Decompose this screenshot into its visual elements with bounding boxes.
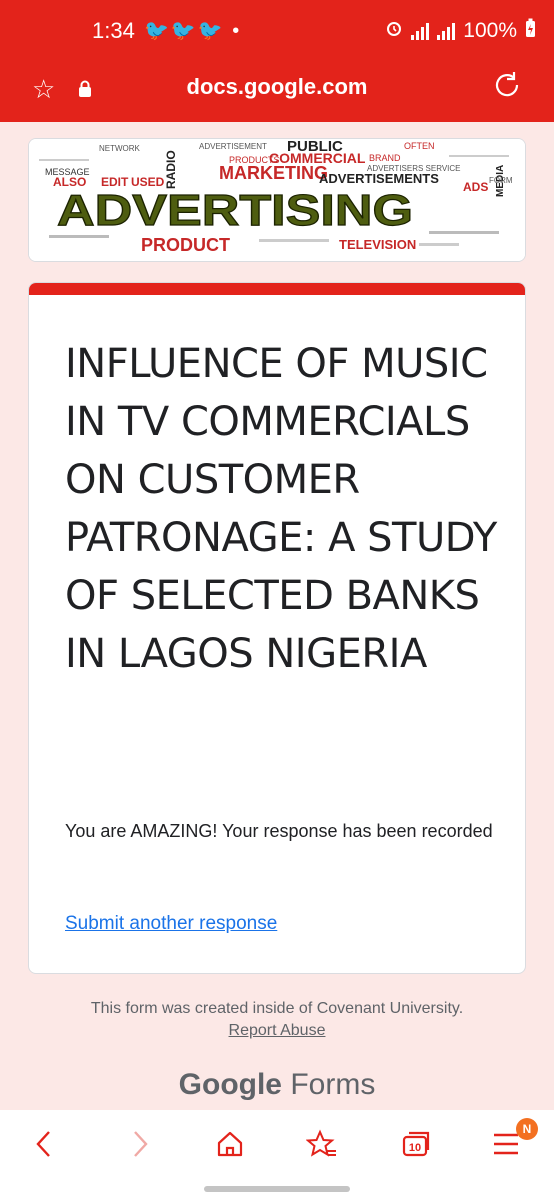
- svg-text:ADVERTISEMENTS: ADVERTISEMENTS: [319, 171, 439, 186]
- status-right: 100%: [385, 18, 536, 44]
- signal-icon: [411, 22, 430, 40]
- svg-text:MARKETING: MARKETING: [219, 163, 328, 183]
- svg-text:ADVERTISING: ADVERTISING: [57, 186, 413, 235]
- chevron-right-icon: [134, 1131, 148, 1157]
- signal-icon-2: [437, 22, 456, 40]
- card-accent-bar: [29, 283, 525, 295]
- svg-text:FORM: FORM: [489, 176, 513, 185]
- report-abuse-link[interactable]: Report Abuse: [0, 1020, 554, 1042]
- submit-another-response-link[interactable]: Submit another response: [65, 913, 277, 935]
- svg-text:RADIO: RADIO: [164, 150, 178, 189]
- reload-icon[interactable]: [492, 70, 522, 108]
- home-button[interactable]: [200, 1124, 260, 1164]
- tabs-icon: 10: [402, 1131, 430, 1157]
- alarm-icon: [385, 19, 403, 43]
- svg-text:ADS: ADS: [463, 180, 488, 194]
- browser-bottom-nav: 10 N: [0, 1110, 554, 1200]
- notification-icons: 🐦🐦🐦 •: [144, 20, 242, 42]
- forward-button[interactable]: [110, 1124, 170, 1164]
- home-icon: [217, 1131, 243, 1157]
- bookmarks-star-icon: [306, 1129, 336, 1157]
- tabs-button[interactable]: 10: [386, 1124, 446, 1164]
- status-bar: 1:34 🐦🐦🐦 • 100%: [0, 0, 554, 64]
- svg-text:10: 10: [409, 1142, 421, 1154]
- menu-button[interactable]: N: [476, 1118, 538, 1164]
- chevron-left-icon: [36, 1131, 50, 1157]
- svg-text:NETWORK: NETWORK: [99, 144, 141, 153]
- svg-text:OFTEN: OFTEN: [404, 141, 435, 151]
- svg-text:PRODUCT: PRODUCT: [141, 235, 230, 255]
- notification-badge: N: [516, 1118, 538, 1140]
- form-footer: This form was created inside of Covenant…: [0, 998, 554, 1042]
- confirmation-message: You are AMAZING! Your response has been …: [65, 821, 493, 841]
- svg-text:BRAND: BRAND: [369, 153, 401, 163]
- battery-text: 100%: [463, 19, 517, 42]
- back-button[interactable]: [14, 1124, 74, 1164]
- gesture-home-bar[interactable]: [204, 1186, 350, 1192]
- url-bar: ☆ docs.google.com: [0, 64, 554, 122]
- google-forms-logo[interactable]: Google Forms: [0, 1068, 554, 1102]
- bookmarks-button[interactable]: [292, 1124, 352, 1164]
- google-wordmark: Google: [178, 1068, 282, 1101]
- form-title: INFLUENCE OF MUSIC IN TV COMMERCIALS ON …: [65, 341, 497, 677]
- battery-icon: [525, 18, 536, 44]
- created-inside-text: This form was created inside of Covenant…: [90, 1000, 464, 1017]
- svg-text:ADVERTISERS SERVICE: ADVERTISERS SERVICE: [367, 164, 461, 173]
- hamburger-menu-icon: [494, 1133, 518, 1155]
- svg-text:ADVERTISEMENT: ADVERTISEMENT: [199, 142, 267, 151]
- status-time: 1:34: [92, 18, 135, 43]
- confirmation-card: INFLUENCE OF MUSIC IN TV COMMERCIALS ON …: [28, 282, 526, 974]
- forms-wordmark: Forms: [290, 1068, 376, 1101]
- url-domain[interactable]: docs.google.com: [0, 74, 554, 100]
- svg-text:TELEVISION: TELEVISION: [339, 237, 416, 252]
- header-banner-image: NETWORK ADVERTISEMENT PUBLIC OFTEN PRODU…: [28, 138, 526, 262]
